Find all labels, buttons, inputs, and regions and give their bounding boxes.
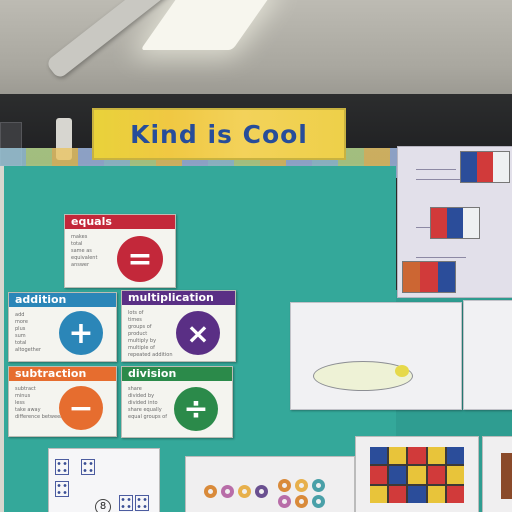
divide-icon: ÷ [174,387,218,431]
donut [221,485,234,498]
multiplication-words: lots of times groups of product multiply… [128,310,173,359]
times-icon: × [176,311,220,355]
writing-line [416,257,466,258]
addition-title: addition [9,293,116,307]
word: total [71,241,83,247]
word: groups of [128,324,152,330]
word: total [15,340,27,346]
donut [295,495,308,508]
multiplication-title: multiplication [122,291,235,305]
kind-is-cool-banner: Kind is Cool [92,108,346,160]
multiplication-card: multiplication lots of times groups of p… [121,290,236,362]
writing-line [416,169,456,170]
lego-photo [501,453,512,499]
word: same as [71,248,92,254]
word: times [128,317,142,323]
division-card: division share divided by divided into s… [121,366,233,438]
lego-photo [402,261,456,293]
word: lots of [128,310,144,316]
division-words: share divided by divided into share equa… [128,386,167,421]
word: divided into [128,400,158,406]
word: equal groups of [128,414,167,420]
division-title: division [122,367,232,381]
word: altogether [15,347,41,353]
drawing-sheet [290,302,462,410]
donut [278,479,291,492]
donut [278,495,291,508]
dot-group [55,481,69,497]
word: minus [15,393,31,399]
lego-photo-print [482,436,512,512]
plus-icon: + [59,311,103,355]
dot-group [55,459,69,475]
word: repeated addition [128,352,173,358]
banner-text: Kind is Cool [130,119,308,149]
dot-group [81,459,95,475]
lego-photo-print [355,436,479,512]
dot-group [119,495,133,511]
word: sum [15,333,26,339]
word: share [128,386,142,392]
writing-line [416,179,466,180]
word: plus [15,326,26,332]
word: multiple of [128,345,155,351]
equals-card: equals makes total same as equivalent an… [64,214,176,288]
donut [295,479,308,492]
equals-words: makes total same as equivalent answer [71,234,97,269]
counting-sheet [185,456,355,512]
donut [312,479,325,492]
word: more [15,319,28,325]
addition-words: add more plus sum total altogether [15,312,41,354]
dot-counting-card: 8 [48,448,160,512]
dot-group [135,495,149,511]
equals-icon: = [117,236,163,282]
classroom-photo: Kind is Cool equals makes total same as … [0,0,512,512]
word: answer [71,262,90,268]
word: less [15,400,25,406]
lego-writing-display [397,146,512,298]
word: divided by [128,393,155,399]
word: equivalent [71,255,98,261]
word: multiply by [128,338,157,344]
minus-icon: − [59,386,103,430]
subtraction-title: subtraction [9,367,116,381]
donut [255,485,268,498]
word: subtract [15,386,36,392]
lego-photo [370,447,464,503]
word: take away [15,407,41,413]
number-badge: 8 [95,499,111,512]
equals-title: equals [65,215,175,229]
word: product [128,331,148,337]
donut [204,485,217,498]
donut [238,485,251,498]
addition-card: addition add more plus sum total altoget… [8,292,117,362]
lego-photo [460,151,510,183]
word: add [15,312,25,318]
drawing-sheet [463,300,512,410]
word: makes [71,234,88,240]
word: share equally [128,407,162,413]
drawing-sun [395,365,409,377]
donut [312,495,325,508]
subtraction-card: subtraction subtract minus less take awa… [8,366,117,437]
lego-photo [430,207,480,239]
subtraction-words: subtract minus less take away difference… [15,386,63,421]
word: difference between [15,414,64,420]
